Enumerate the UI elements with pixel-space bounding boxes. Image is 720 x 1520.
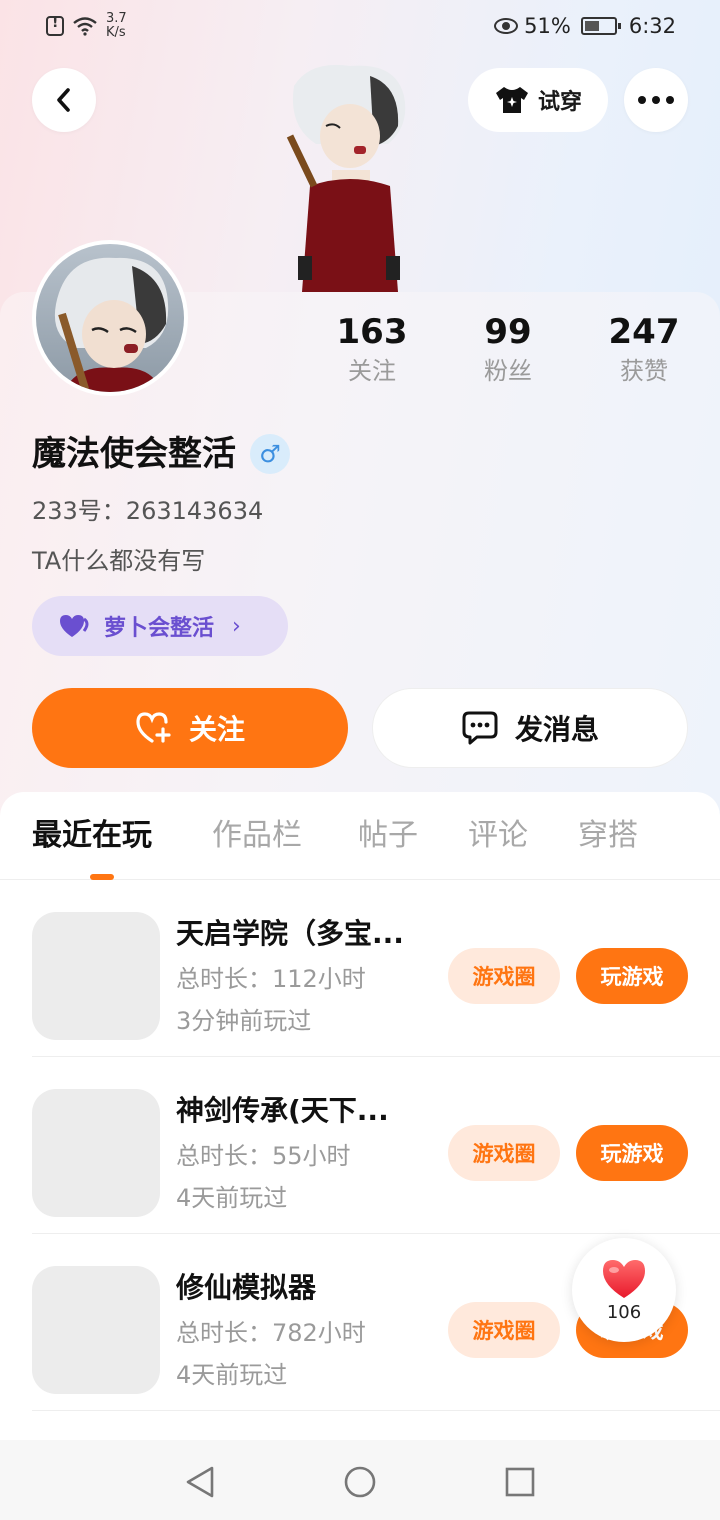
nav-back-button[interactable] — [180, 1462, 220, 1502]
game-circle-button[interactable]: 游戏圈 — [448, 948, 560, 1004]
status-bar: 3.7 K/s 51% 6:32 — [0, 0, 720, 56]
like-count: 106 — [606, 1301, 642, 1323]
user-id[interactable]: 233号：263143634 — [32, 494, 263, 528]
bio: TA什么都没有写 — [32, 547, 206, 575]
stat-value: 247 — [608, 312, 680, 352]
game-last-played: 4天前玩过 — [176, 1361, 288, 1389]
chevron-right-icon: › — [232, 613, 241, 639]
stat-value: 99 — [484, 312, 532, 352]
stat-label: 粉丝 — [484, 357, 532, 385]
profile-tabs: 最近在玩 作品栏 帖子 评论 穿搭 — [0, 792, 720, 880]
stat-likes[interactable]: 247 获赞 — [576, 312, 712, 386]
chevron-left-icon — [57, 88, 70, 112]
game-duration: 总时长：55小时 — [176, 1142, 351, 1170]
system-navigation-bar — [0, 1440, 720, 1520]
square-recents-icon — [505, 1467, 535, 1497]
clock: 6:32 — [628, 14, 676, 38]
try-on-button[interactable]: 试穿 — [468, 68, 608, 132]
wifi-icon — [73, 17, 97, 36]
like-fab-button[interactable]: 106 — [572, 1238, 676, 1342]
play-game-button[interactable]: 玩游戏 — [576, 948, 688, 1004]
game-list-item[interactable]: 神剑传承(天下... 总时长：55小时 4天前玩过 游戏圈 玩游戏 — [0, 1057, 720, 1234]
message-label: 发消息 — [514, 713, 599, 746]
game-title: 神剑传承(天下... — [176, 1094, 389, 1127]
game-list-item[interactable]: 天启学院（多宝... 总时长：112小时 3分钟前玩过 游戏圈 玩游戏 — [0, 880, 720, 1057]
game-icon — [32, 1266, 160, 1394]
game-icon — [32, 1089, 160, 1217]
tab-outfits[interactable]: 穿搭 — [578, 816, 638, 856]
game-last-played: 4天前玩过 — [176, 1184, 288, 1212]
network-speed-unit: K/s — [106, 25, 126, 40]
heart-plus-icon — [136, 712, 171, 743]
profile-stats: 163 关注 99 粉丝 247 获赞 — [304, 312, 704, 402]
more-options-button[interactable] — [624, 68, 688, 132]
game-circle-button[interactable]: 游戏圈 — [448, 1302, 560, 1358]
network-speed: 3.7 K/s — [106, 12, 127, 40]
nav-recents-button[interactable] — [500, 1462, 540, 1502]
follow-button[interactable]: 关注 — [32, 688, 348, 768]
club-chip[interactable]: 萝卜会整活 › — [32, 596, 288, 656]
follow-label: 关注 — [188, 713, 245, 746]
back-button[interactable] — [32, 68, 96, 132]
stat-value: 163 — [336, 312, 408, 352]
battery-icon — [580, 17, 621, 35]
nickname-row: 魔法使会整活 ♂ — [32, 432, 290, 476]
content-panel: 最近在玩 作品栏 帖子 评论 穿搭 天启学院（多宝... 总时长：112小时 3… — [0, 792, 720, 1520]
heart-icon — [603, 1259, 645, 1298]
game-duration: 总时长：112小时 — [176, 965, 366, 993]
avatar-image — [36, 244, 184, 392]
nav-home-button[interactable] — [340, 1462, 380, 1502]
battery-percent: 51% — [524, 14, 571, 38]
tab-posts[interactable]: 帖子 — [358, 816, 418, 856]
network-speed-value: 3.7 — [106, 11, 127, 26]
stat-followers[interactable]: 99 粉丝 — [440, 312, 576, 386]
sim-alert-icon — [46, 15, 64, 36]
game-title: 修仙模拟器 — [176, 1271, 317, 1304]
tab-recently-played[interactable]: 最近在玩 — [32, 816, 152, 856]
stat-label: 关注 — [348, 357, 396, 385]
play-game-button[interactable]: 玩游戏 — [576, 1125, 688, 1181]
message-bubble-icon — [462, 711, 498, 745]
game-circle-button[interactable]: 游戏圈 — [448, 1125, 560, 1181]
game-icon — [32, 912, 160, 1040]
triangle-back-icon — [186, 1466, 214, 1498]
heart-club-icon — [60, 615, 89, 637]
nickname: 魔法使会整活 — [32, 434, 236, 474]
game-title: 天启学院（多宝... — [176, 917, 404, 950]
avatar-character-figure — [286, 64, 406, 292]
game-last-played: 3分钟前玩过 — [176, 1007, 312, 1035]
game-duration: 总时长：782小时 — [176, 1319, 366, 1347]
profile-avatar[interactable] — [32, 240, 188, 396]
circle-home-icon — [344, 1466, 376, 1498]
tshirt-icon — [495, 87, 528, 113]
send-message-button[interactable]: 发消息 — [372, 688, 688, 768]
try-on-label: 试穿 — [537, 90, 582, 115]
eye-comfort-icon — [494, 18, 519, 34]
tab-comments[interactable]: 评论 — [468, 816, 528, 856]
male-icon: ♂ — [250, 434, 290, 474]
more-dots-icon — [638, 96, 674, 104]
divider — [32, 1410, 720, 1411]
club-label: 萝卜会整活 — [104, 616, 215, 641]
stat-label: 获赞 — [620, 357, 668, 385]
tab-works[interactable]: 作品栏 — [212, 816, 302, 856]
stat-following[interactable]: 163 关注 — [304, 312, 440, 386]
